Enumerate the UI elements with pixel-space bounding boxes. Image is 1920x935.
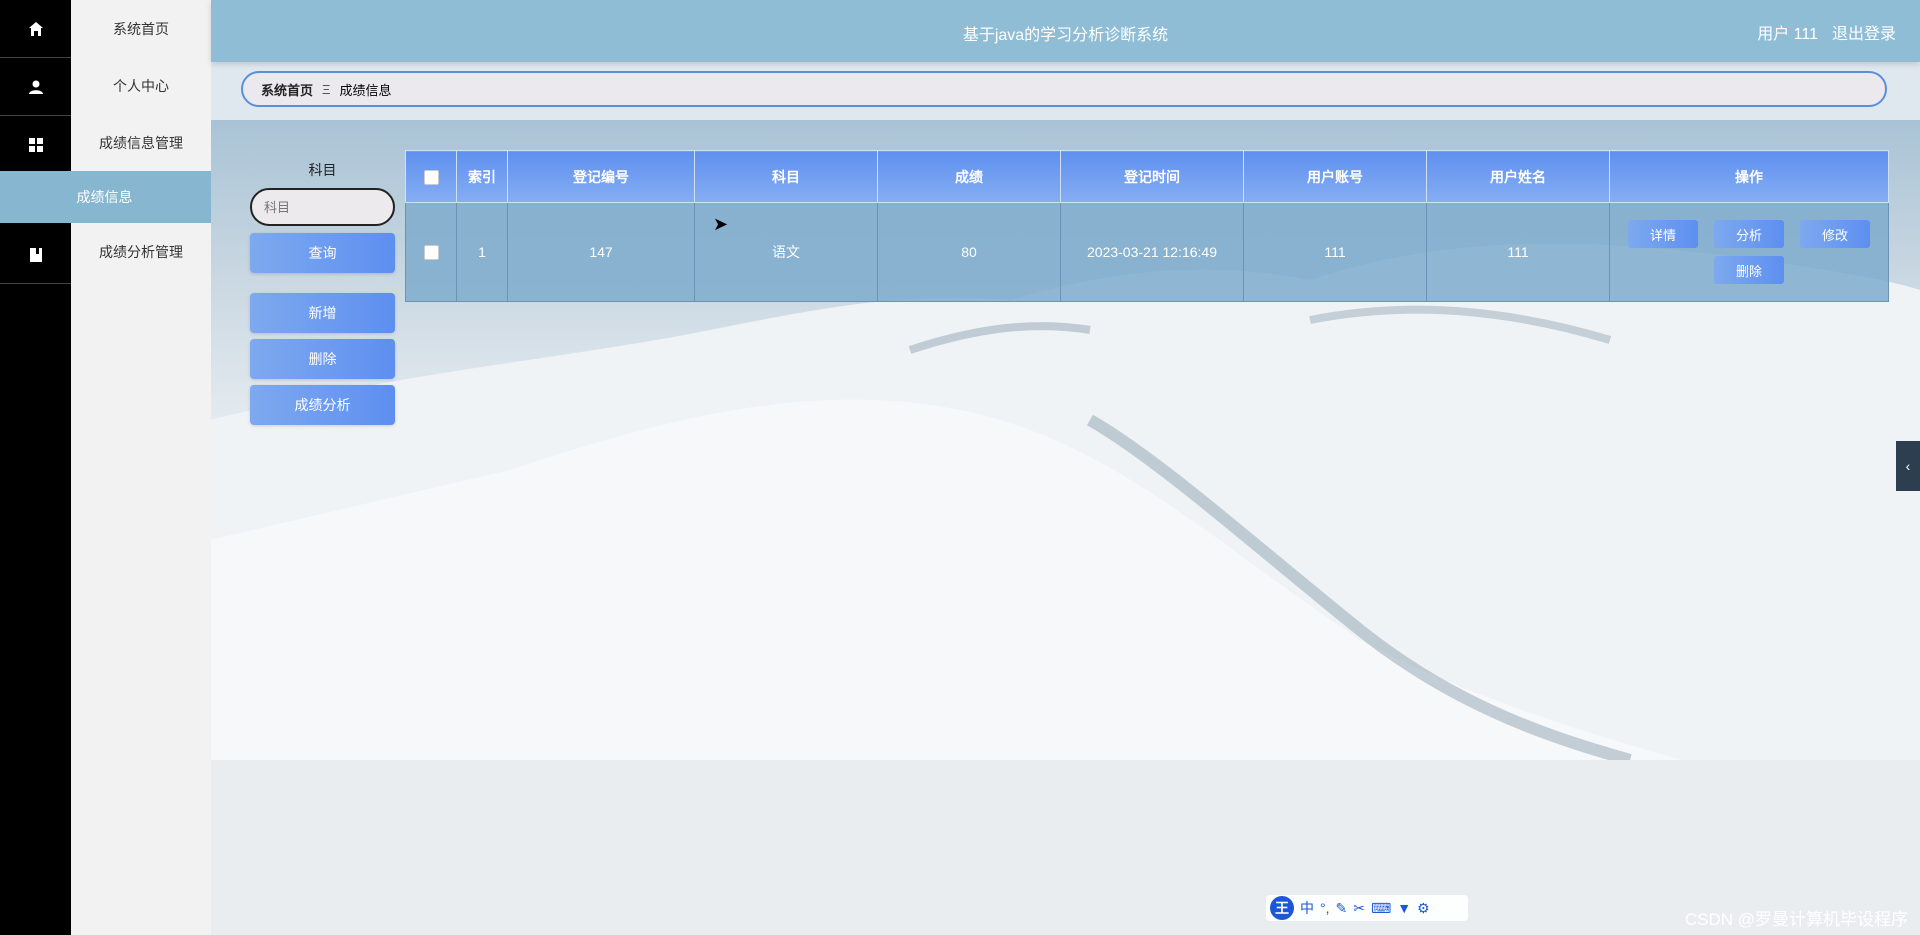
cell-ops: 详情 分析 修改 删除	[1609, 202, 1889, 302]
col-score[interactable]: 成绩	[877, 150, 1061, 203]
sidebar-item-home[interactable]: 系统首页	[71, 0, 211, 57]
edit-button[interactable]: 修改	[1800, 220, 1870, 248]
cell-reg-no: 147	[507, 202, 695, 302]
ime-logo[interactable]: 王	[1270, 896, 1294, 920]
ime-toolbar: 王 中 °, ✎ ✂ ⌨ ▼ ⚙	[1266, 895, 1468, 921]
row-checkbox[interactable]	[423, 245, 439, 261]
subject-search-input[interactable]	[250, 188, 395, 226]
search-panel: 科目 查询 新增 删除 成绩分析	[250, 160, 395, 425]
app-title: 基于java的学习分析诊断系统	[962, 27, 1169, 44]
score-analysis-button[interactable]: 成绩分析	[250, 385, 395, 425]
sidebar-item-score-management[interactable]: 成绩信息管理	[71, 114, 211, 171]
side-collapse-tab[interactable]: ‹	[1896, 441, 1920, 491]
col-reg-no[interactable]: 登记编号	[507, 150, 695, 203]
breadcrumb-separator: Ξ	[322, 81, 331, 97]
select-all-cell	[405, 150, 457, 203]
breadcrumb-current: 成绩信息	[339, 82, 392, 98]
select-all-checkbox[interactable]	[423, 169, 439, 185]
breadcrumb-home[interactable]: 系统首页	[261, 80, 313, 99]
grid-icon	[28, 137, 43, 152]
cell-time: 2023-03-21 12:16:49	[1060, 202, 1244, 302]
logout-link[interactable]: 退出登录	[1832, 26, 1896, 43]
rail-home[interactable]	[0, 0, 71, 58]
col-name[interactable]: 用户姓名	[1426, 150, 1610, 203]
sidebar-item-profile[interactable]: 个人中心	[71, 57, 211, 114]
cell-score: 80	[877, 202, 1061, 302]
col-ops: 操作	[1609, 150, 1889, 203]
col-subject[interactable]: 科目	[694, 150, 878, 203]
icon-rail	[0, 0, 71, 935]
sidebar-item-analysis-management[interactable]: 成绩分析管理	[71, 223, 211, 280]
detail-button[interactable]: 详情	[1628, 220, 1698, 248]
cell-account: 111	[1243, 202, 1427, 302]
add-button[interactable]: 新增	[250, 293, 395, 333]
user-icon	[28, 80, 43, 94]
sidebar-menu: 系统首页 个人中心 成绩信息管理 成绩信息 成绩分析管理	[0, 0, 211, 935]
keyboard-icon[interactable]: ⌨	[1371, 900, 1391, 917]
sidebar-item-score-info[interactable]: 成绩信息	[0, 171, 211, 223]
user-label: 用户 111	[1757, 26, 1818, 43]
col-account[interactable]: 用户账号	[1243, 150, 1427, 203]
rail-grid[interactable]	[0, 116, 71, 174]
top-header: 基于java的学习分析诊断系统 用户 111 退出登录	[211, 0, 1920, 62]
scissors-icon[interactable]: ✂	[1353, 900, 1365, 917]
shirt-icon[interactable]: ▼	[1397, 900, 1411, 916]
table-header-row: 索引 登记编号 科目 成绩 登记时间 用户账号 用户姓名 操作	[405, 150, 1889, 203]
analyze-button[interactable]: 分析	[1714, 220, 1784, 248]
ime-mode[interactable]: 中	[1300, 898, 1314, 918]
home-icon	[28, 21, 43, 36]
table-row: 1 147 语文 80 2023-03-21 12:16:49 111 111 …	[405, 202, 1889, 302]
query-button[interactable]: 查询	[250, 233, 395, 273]
col-index[interactable]: 索引	[456, 150, 508, 203]
row-select-cell	[405, 202, 457, 302]
delete-button[interactable]: 删除	[250, 339, 395, 379]
gear-icon[interactable]: ⚙	[1417, 900, 1430, 917]
ime-punct[interactable]: °,	[1320, 900, 1330, 916]
breadcrumb: 系统首页 Ξ 成绩信息	[241, 71, 1887, 107]
rail-book[interactable]	[0, 226, 71, 284]
search-label: 科目	[308, 162, 337, 178]
book-icon	[29, 247, 42, 262]
user-area: 用户 111 退出登录	[1757, 20, 1896, 44]
rail-user[interactable]	[0, 58, 71, 116]
mouse-cursor-icon: ➤	[713, 214, 729, 234]
pen-icon[interactable]: ✎	[1336, 900, 1348, 917]
row-delete-button[interactable]: 删除	[1714, 256, 1784, 284]
row-actions: 详情 分析 修改 删除	[1624, 220, 1874, 284]
chevron-left-icon: ‹	[1905, 458, 1911, 474]
watermark: CSDN @罗曼计算机毕设程序	[1684, 910, 1908, 929]
col-time[interactable]: 登记时间	[1060, 150, 1244, 203]
score-table: 索引 登记编号 科目 成绩 登记时间 用户账号 用户姓名 操作 1 147 语文…	[405, 150, 1889, 302]
cell-index: 1	[456, 202, 508, 302]
cell-name: 111	[1426, 202, 1610, 302]
